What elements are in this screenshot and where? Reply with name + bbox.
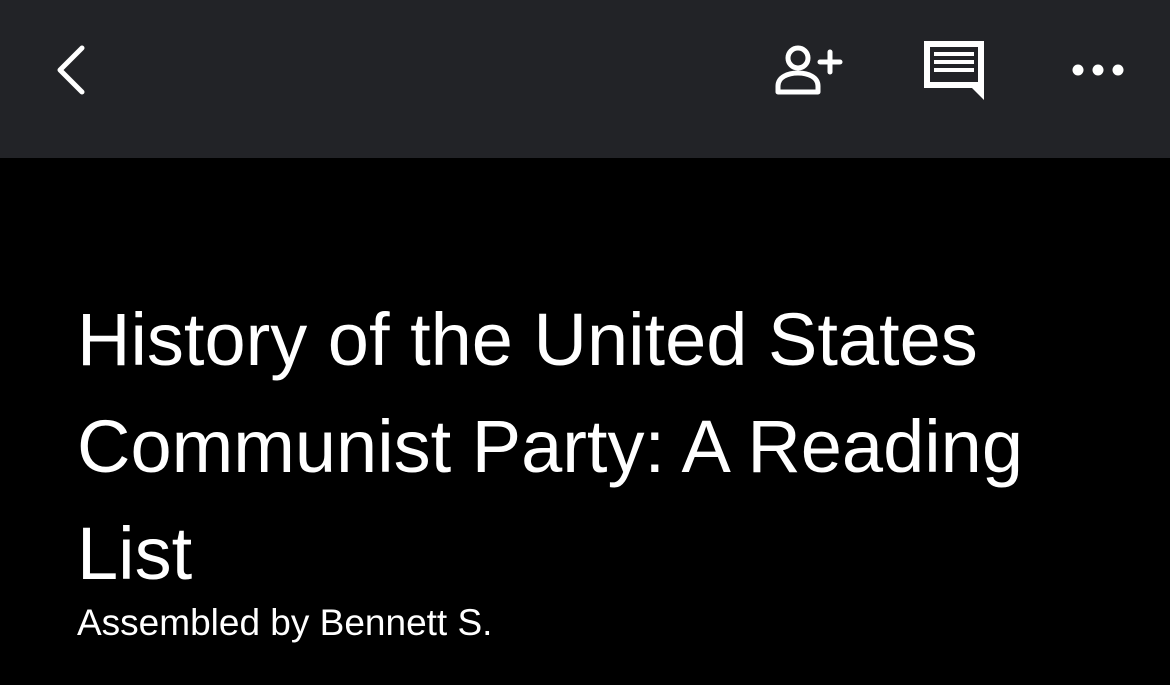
document-title: History of the United States Communist P… [77, 298, 1023, 595]
document-subtitle: Assembled by Bennett S. [77, 602, 493, 643]
top-toolbar [0, 0, 1170, 158]
back-button[interactable] [40, 30, 104, 110]
comment-icon [924, 41, 984, 100]
document-body: History of the United States Communist P… [0, 158, 1170, 685]
more-options-button[interactable] [1060, 40, 1136, 100]
comments-button[interactable] [912, 28, 996, 112]
chevron-left-icon [57, 45, 85, 95]
more-horizontal-icon [1072, 64, 1124, 76]
person-add-icon [775, 45, 843, 95]
add-person-button[interactable] [766, 30, 854, 110]
